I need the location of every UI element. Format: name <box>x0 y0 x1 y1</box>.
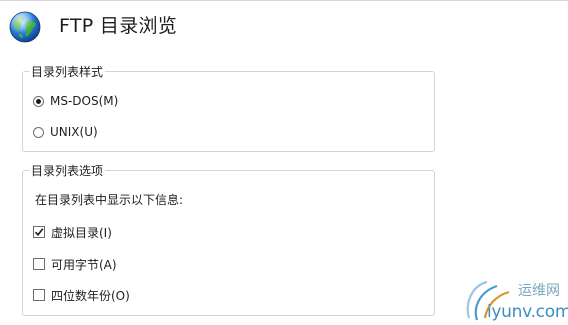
listing-options-description: 在目录列表中显示以下信息: <box>35 193 184 207</box>
four-digit-years-option[interactable]: 四位数年份(O) <box>33 287 130 303</box>
top-divider <box>0 0 568 1</box>
available-bytes-option[interactable]: 可用字节(A) <box>33 256 117 272</box>
watermark-url: iyunv.com <box>487 302 568 322</box>
page-title: FTP 目录浏览 <box>59 15 178 37</box>
unix-radio-label[interactable]: UNIX(U) <box>50 125 98 139</box>
virtual-directories-checkbox[interactable] <box>33 226 45 238</box>
available-bytes-checkbox[interactable] <box>33 258 45 270</box>
listing-options-title: 目录列表选项 <box>31 164 104 178</box>
msdos-radio-option[interactable]: MS-DOS(M) <box>33 93 118 109</box>
unix-radio-button[interactable] <box>33 126 44 138</box>
four-digit-years-checkbox[interactable] <box>33 289 45 301</box>
virtual-directories-option[interactable]: 虚拟目录(I) <box>33 224 112 240</box>
unix-radio-option[interactable]: UNIX(U) <box>33 124 98 140</box>
virtual-directories-label[interactable]: 虚拟目录(I) <box>51 224 112 241</box>
checkmark-icon <box>34 228 44 237</box>
four-digit-years-label[interactable]: 四位数年份(O) <box>51 287 130 304</box>
globe-icon <box>7 9 43 45</box>
watermark: 运维网 iyunv.com <box>463 276 568 325</box>
msdos-radio-label[interactable]: MS-DOS(M) <box>50 94 118 108</box>
msdos-radio-button[interactable] <box>33 95 44 107</box>
available-bytes-label[interactable]: 可用字节(A) <box>51 256 117 273</box>
watermark-name: 运维网 <box>518 283 560 299</box>
listing-style-title: 目录列表样式 <box>31 65 104 79</box>
